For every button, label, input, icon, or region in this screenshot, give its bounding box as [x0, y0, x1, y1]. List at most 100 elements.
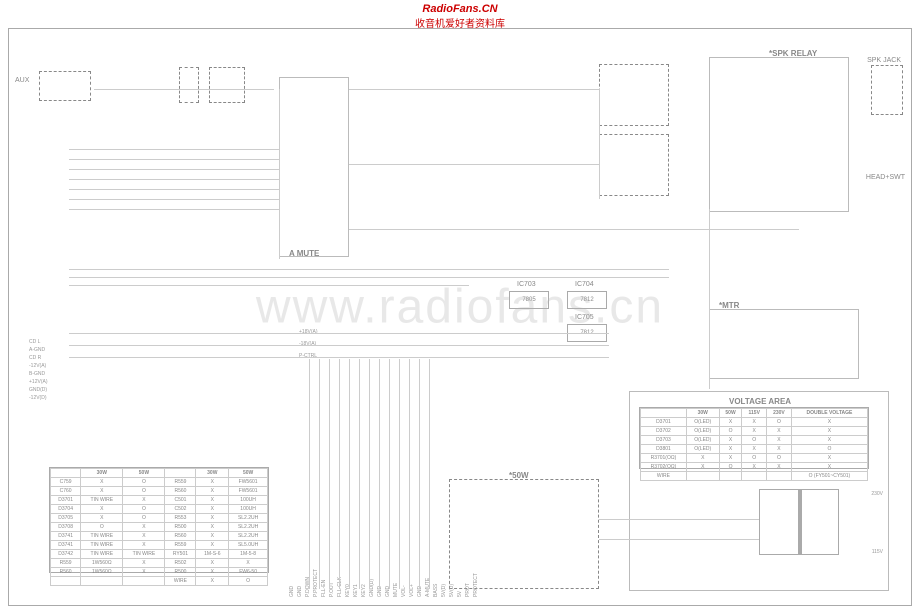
table-cell: TIN WIRE	[81, 532, 123, 541]
table-cell: R553	[165, 514, 196, 523]
table-cell: O	[123, 514, 165, 523]
trace-line	[69, 357, 609, 358]
trace-line	[69, 149, 279, 150]
trace-line	[599, 89, 600, 199]
table-row: R3702(OΩ)XOXXX	[641, 463, 868, 472]
trace-line	[69, 345, 609, 346]
table-cell: FW5601	[229, 487, 268, 496]
trace-line	[389, 359, 390, 589]
trace-line	[329, 359, 330, 589]
table-cell	[123, 577, 165, 586]
table-cell: D3701	[51, 496, 81, 505]
table-cell: X	[742, 418, 767, 427]
trace-line	[409, 359, 410, 589]
trace-line	[309, 359, 310, 589]
table-row: D3741TIN WIREXR559XSL5.0UH	[51, 541, 268, 550]
input-block-2	[209, 67, 245, 103]
table-cell: TIN WIRE	[81, 496, 123, 505]
mtr-block	[709, 309, 859, 379]
a-mute-label: A MUTE	[289, 249, 319, 258]
table-cell: X	[766, 427, 791, 436]
table-cell: X	[123, 568, 165, 577]
table-header-cell	[641, 409, 687, 418]
spk-jack-block	[871, 65, 903, 115]
table-cell: O(LED)	[686, 436, 719, 445]
table-row: D3701O(LED)XXOX	[641, 418, 868, 427]
trace-line	[359, 359, 360, 589]
table-cell: O	[123, 487, 165, 496]
table-header-cell: 50W	[229, 469, 268, 478]
trace-line	[429, 359, 430, 589]
table-cell: X	[791, 463, 867, 472]
table-cell: 1W560Ω	[81, 559, 123, 568]
trace-line	[399, 359, 400, 589]
table-cell: X	[123, 559, 165, 568]
table-cell: X	[81, 478, 123, 487]
table-cell: SL5.0UH	[229, 541, 268, 550]
table-cell: X	[81, 514, 123, 523]
bottom-pin-label: PROT	[465, 569, 471, 597]
table-row: R5601W560ΩXR500XFW6-50	[51, 568, 268, 577]
table-cell: X	[686, 454, 719, 463]
table-cell: R560	[51, 568, 81, 577]
table-row: D3708OXR500XSL2.2UH	[51, 523, 268, 532]
table-cell: O	[742, 454, 767, 463]
table-cell: SL2.2UH	[229, 532, 268, 541]
ic703-block: 7805	[509, 291, 549, 309]
table-cell: FW5601	[229, 478, 268, 487]
trace-line	[69, 169, 279, 170]
aux-label: AUX	[15, 77, 29, 84]
bottom-pin-label: FLL-CLK	[337, 569, 343, 597]
table-cell: TIN WIRE	[81, 550, 123, 559]
cd-r-label: CD R	[29, 355, 41, 361]
table-cell: X	[719, 418, 742, 427]
table-cell: X	[791, 427, 867, 436]
table-cell: X	[791, 418, 867, 427]
table-row: C760XOR560XFW5601	[51, 487, 268, 496]
table-cell: X	[196, 523, 229, 532]
table-cell: D3708	[51, 523, 81, 532]
head-swt-label: HEAD+SWT	[866, 174, 905, 181]
bottom-pin-label: VOL-	[401, 569, 407, 597]
table-cell: O	[81, 523, 123, 532]
table-row: D3702O(LED)OXXX	[641, 427, 868, 436]
ic703-label: IC703	[517, 281, 536, 288]
table-header-cell: 30W	[81, 469, 123, 478]
trace-line	[709, 209, 710, 389]
table-row: D3705XOR553XSL2.2UH	[51, 514, 268, 523]
bottom-pin-label: KEY2	[361, 569, 367, 597]
trace-line	[339, 359, 340, 589]
n18v-rail: -18V(A)	[299, 341, 316, 347]
gnd-d-label: GND(D)	[29, 387, 47, 393]
voltage-area-label: VOLTAGE AREA	[729, 397, 791, 406]
table-header-cell: 115V	[742, 409, 767, 418]
table-cell: C759	[51, 478, 81, 487]
bottom-pin-row: GNDGNDP.DOWNP.PROTECTFLL-ENP.OUTFLL-CLKK…	[289, 569, 479, 597]
table-cell: SL2.2UH	[229, 523, 268, 532]
trace-line	[69, 285, 469, 286]
table-cell	[766, 472, 791, 481]
table-cell: D3742	[51, 550, 81, 559]
table-cell	[719, 472, 742, 481]
table-cell: FW6-50	[229, 568, 268, 577]
table-cell: X	[742, 427, 767, 436]
trace-line	[349, 89, 599, 90]
table-cell: O	[123, 505, 165, 514]
mtr-label: *MTR	[719, 301, 739, 310]
table-cell: C760	[51, 487, 81, 496]
table-cell: R3701(OΩ)	[641, 454, 687, 463]
trace-line	[379, 359, 380, 589]
table-cell: X	[742, 445, 767, 454]
table-cell: 1M-S-6	[196, 550, 229, 559]
table-cell: R560	[165, 487, 196, 496]
table-header-cell: 30W	[686, 409, 719, 418]
table-cell	[51, 577, 81, 586]
bottom-pin-label: 5V(D)	[449, 569, 455, 597]
n12v-a-label: -12V(A)	[29, 363, 46, 369]
bottom-pin-label: GND	[297, 569, 303, 597]
trace-line	[419, 359, 420, 589]
table-cell: R500	[165, 568, 196, 577]
table-cell: X	[81, 487, 123, 496]
trace-line	[319, 359, 320, 589]
table-cell: TIN WIRE	[81, 541, 123, 550]
